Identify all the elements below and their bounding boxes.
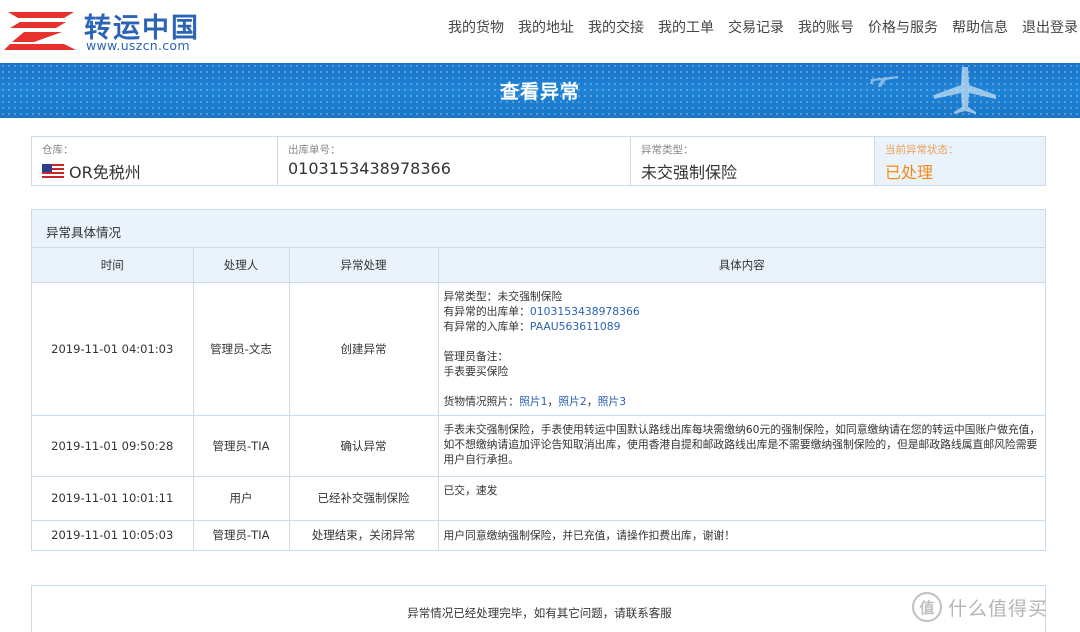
status-value: 已处理 [885,163,934,182]
photo-3-link[interactable]: 照片3 [598,395,626,408]
table-row: 2019-11-01 10:01:11 用户 已经补交强制保险 已交，速发 [32,476,1045,521]
outbound-label: 出库单号： [288,144,341,156]
nav-logout[interactable]: 退出登录 [1022,17,1078,37]
page-title: 查看异常 [499,81,580,103]
content-outbound-label: 有异常的出库单： [443,304,530,318]
nav-my-tickets[interactable]: 我的工单 [658,17,714,37]
type-cell: 异常类型： 未交强制保险 [631,137,875,185]
row-handler: 用户 [193,476,290,521]
exception-history-table: 时间 处理人 异常处理 具体内容 2019-11-01 04:01:03 管理员… [32,248,1045,550]
nav-help[interactable]: 帮助信息 [952,17,1008,37]
watermark: 值 什么值得买 [912,590,1077,624]
warehouse-label: 仓库： [42,144,74,156]
row-content: 已交，速发 [438,476,1045,521]
content-inbound-line: 有异常的入库单：PAAU563611089 [444,319,1042,334]
row-action: 处理结束，关闭异常 [289,520,439,550]
col-action-header: 异常处理 [289,248,439,283]
row-handler: 管理员-TIA [193,415,290,477]
top-header: 转运中国 www.uszcn.com 我的货物 我的地址 我的交接 我的工单 交… [0,0,1080,63]
page-banner: 查看异常 [0,63,1080,118]
row-action: 创建异常 [289,282,439,416]
content-inbound-label: 有异常的入库单： [443,319,530,333]
row-handler: 管理员-文志 [193,282,290,416]
row-content: 用户同意缴纳强制保险，并已充值，请操作扣费出库，谢谢！ [443,528,736,542]
us-flag-icon [42,164,64,178]
status-label: 当前异常状态： [885,144,959,156]
watermark-badge-icon: 值 [912,592,942,622]
outbound-cell: 出库单号： 0103153438978366 [278,137,631,185]
watermark-text: 什么值得买 [948,597,1049,620]
row-time: 2019-11-01 10:05:03 [32,520,194,550]
row-content: 异常类型：未交强制保险 有异常的出库单：0103153438978366 有异常… [438,282,1045,416]
photo-sep: ， [586,394,598,408]
table-row: 2019-11-01 09:50:28 管理员-TIA 确认异常 手表未交强制保… [32,415,1045,477]
col-handler-header: 处理人 [193,248,290,283]
content-spacer [444,379,1042,394]
type-label: 异常类型： [641,144,694,156]
site-logo[interactable]: 转运中国 www.uszcn.com [4,4,214,54]
table-row: 2019-11-01 10:05:03 管理员-TIA 处理结束，关闭异常 用户… [32,520,1045,550]
nav-my-address[interactable]: 我的地址 [518,17,574,37]
photo-1-link[interactable]: 照片1 [519,395,547,408]
content-photos-label: 货物情况照片： [443,394,520,408]
status-cell: 当前异常状态： 已处理 [875,137,1045,185]
row-time: 2019-11-01 09:50:28 [32,415,194,477]
photo-sep: ， [547,394,559,408]
row-action: 确认异常 [289,415,439,477]
content-outbound-line: 有异常的出库单：0103153438978366 [444,304,1042,319]
warehouse-value-wrap: OR免税州 [42,159,267,183]
row-content: 手表未交强制保险，手表使用转运中国默认路线出库每块需缴纳60元的强制保险，如同意… [438,415,1045,477]
col-content-header: 具体内容 [438,248,1045,283]
nav-pricing[interactable]: 价格与服务 [868,17,938,37]
row-time: 2019-11-01 04:01:03 [32,282,194,416]
main-nav: 我的货物 我的地址 我的交接 我的工单 交易记录 我的账号 价格与服务 帮助信息… [434,17,1078,37]
table-row: 2019-11-01 04:01:03 管理员-文志 创建异常 异常类型：未交强… [32,282,1045,416]
warehouse-value: OR免税州 [69,163,141,182]
content-admin-note-label: 管理员备注： [443,349,509,363]
table-header-row: 时间 处理人 异常处理 具体内容 [32,248,1045,283]
row-action: 已经补交强制保险 [289,476,439,521]
resolution-notice-text: 异常情况已经处理完毕，如有其它问题，请联系客服 [407,606,672,620]
photo-2-link[interactable]: 照片2 [558,395,586,408]
content-exception-type: 异常类型：未交强制保险 [443,289,563,303]
row-time: 2019-11-01 10:01:11 [32,476,194,521]
content-photos-line: 货物情况照片：照片1，照片2，照片3 [444,394,1042,409]
nav-my-handover[interactable]: 我的交接 [588,17,644,37]
row-handler: 管理员-TIA [193,520,290,550]
logo-z-mark-icon [4,12,76,50]
exception-detail-panel: 异常具体情况 时间 处理人 异常处理 具体内容 2019-11-01 04:01… [31,209,1046,551]
nav-transactions[interactable]: 交易记录 [728,17,784,37]
type-value: 未交强制保险 [641,163,738,182]
content-admin-note: 手表要买保险 [443,364,509,378]
nav-my-account[interactable]: 我的账号 [798,17,854,37]
resolution-notice: 异常情况已经处理完毕，如有其它问题，请联系客服 [31,585,1046,632]
logo-url: www.uszcn.com [86,38,190,53]
exception-summary-bar: 仓库： OR免税州 出库单号： 0103153438978366 异常类型： 未… [31,136,1046,186]
outbound-order-link[interactable]: 0103153438978366 [530,305,640,318]
inbound-order-link[interactable]: PAAU563611089 [530,320,621,333]
content-spacer [444,334,1042,349]
warehouse-cell: 仓库： OR免税州 [32,137,278,185]
col-time-header: 时间 [32,248,194,283]
panel-title: 异常具体情况 [32,210,1045,248]
nav-my-goods[interactable]: 我的货物 [448,17,504,37]
outbound-value: 0103153438978366 [288,159,451,178]
